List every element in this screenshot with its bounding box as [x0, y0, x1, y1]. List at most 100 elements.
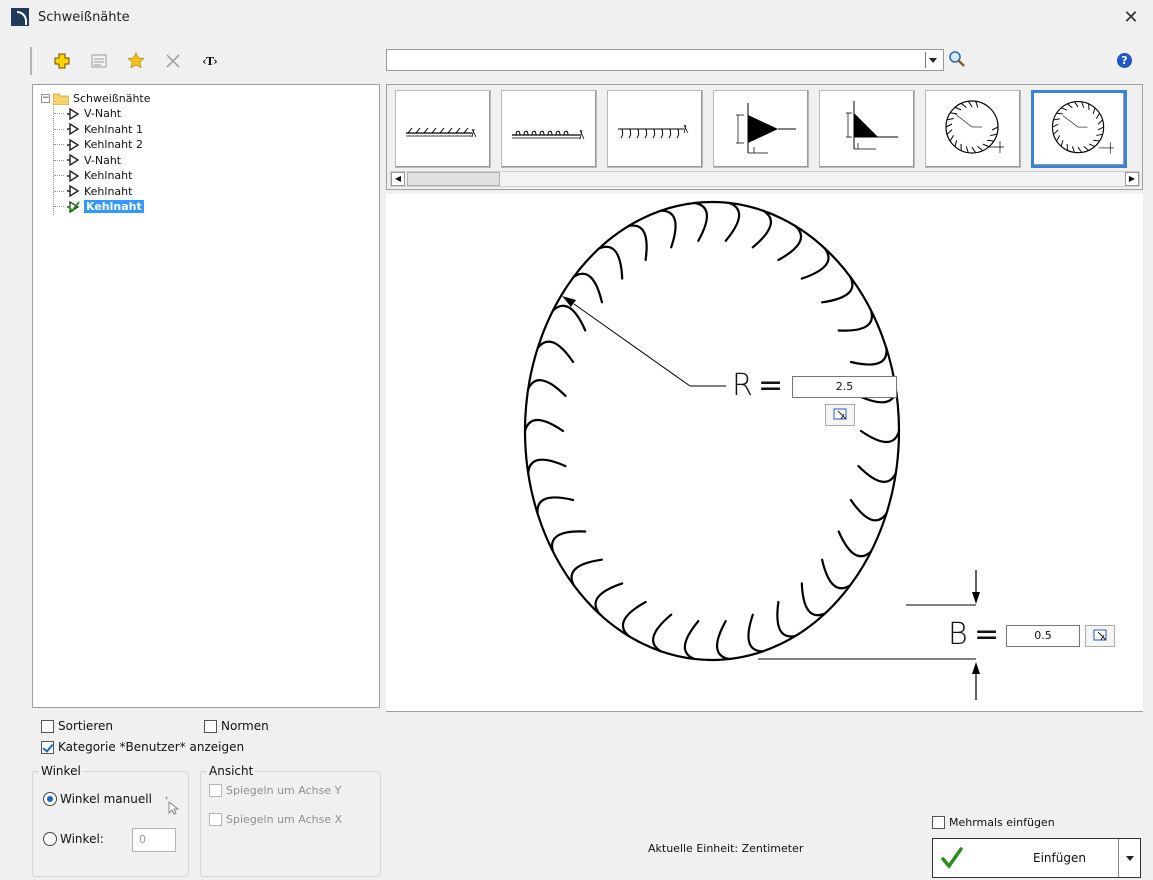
weld-symbol-icon [67, 123, 80, 136]
sort-checkbox[interactable]: Sortieren [41, 719, 113, 733]
close-icon: ✕ [1123, 7, 1139, 28]
properties-icon [91, 54, 107, 68]
insert-multiple-checkbox-box[interactable] [932, 816, 945, 829]
weld-tick-mark [1053, 118, 1060, 121]
favorite-star-icon [127, 52, 145, 69]
add-button[interactable] [50, 49, 74, 73]
weld-hook-mark [857, 465, 897, 483]
user-category-checkbox[interactable]: Kategorie *Benutzer* anzeigen [41, 740, 244, 754]
weld-thumb-5[interactable] [819, 90, 915, 168]
tree-item-label: Kehlnaht [84, 200, 144, 214]
text-tag-button[interactable]: ‹T› [198, 49, 222, 73]
angle-radio-button[interactable] [43, 832, 57, 846]
collapse-toggle-icon[interactable]: − [41, 94, 50, 103]
fillet-weld-profile-icon [846, 101, 898, 150]
b-pick-button[interactable] [1085, 625, 1115, 647]
angle-input[interactable]: 0 [132, 828, 176, 852]
weld-tick-mark [1083, 145, 1089, 151]
weld-hook-mark [570, 558, 603, 587]
insert-multiple-label: Mehrmals einfügen [949, 816, 1055, 829]
weld-tick-mark [945, 123, 953, 128]
view-group: Ansicht Spiegeln um Achse Y Spiegeln um … [200, 764, 381, 877]
weld-thumb-6[interactable] [925, 90, 1021, 168]
tree-item[interactable]: Kehlnaht 1 [54, 122, 379, 138]
weld-thumb-4[interactable] [713, 90, 809, 168]
add-icon [54, 53, 70, 69]
search-combo[interactable] [386, 49, 944, 71]
weld-tick-mark [1096, 133, 1103, 136]
toolbar-grip[interactable] [30, 47, 36, 75]
app-icon [11, 8, 29, 26]
norms-checkbox[interactable]: Normen [204, 719, 269, 733]
manual-angle-radio-button[interactable] [43, 792, 57, 806]
tree-item-selected[interactable]: Kehlnaht [54, 199, 379, 215]
tree-item[interactable]: V-Naht [54, 153, 379, 169]
r-equals: = [758, 368, 784, 403]
insert-button[interactable]: Einfügen [932, 838, 1141, 878]
weld-symbol-icon [67, 185, 80, 198]
chevron-down-icon [1125, 855, 1134, 861]
scrollbar-thumb[interactable] [407, 172, 500, 186]
tree-root[interactable]: − Schweißnähte [41, 91, 379, 106]
r-pick-button[interactable] [825, 404, 855, 426]
b-arrow-bottom-head [972, 662, 980, 674]
b-equals: = [974, 617, 1000, 652]
weld-hook-mark [859, 429, 901, 444]
angle-group-title: Winkel [39, 764, 83, 778]
mirror-x-checkbox[interactable]: Spiegeln um Achse X [209, 813, 342, 826]
weld-tick-mark [1056, 112, 1063, 115]
weld-tick-mark [1088, 143, 1096, 147]
gallery-scrollbar[interactable]: ◀ ▶ [390, 171, 1140, 187]
sort-label: Sortieren [58, 719, 113, 733]
tree-item-label: Kehlnaht [84, 184, 133, 198]
scroll-left-button[interactable]: ◀ [391, 172, 405, 186]
weld-tick-mark [960, 102, 967, 108]
weld-tick-mark [1081, 101, 1085, 108]
scroll-right-button[interactable]: ▶ [1125, 172, 1139, 186]
mirror-y-checkbox-box[interactable] [209, 784, 222, 797]
norms-checkbox-box[interactable] [204, 719, 217, 733]
tree-item[interactable]: Kehlnaht [54, 184, 379, 200]
properties-button[interactable] [87, 49, 111, 73]
insert-dropdown-button[interactable] [1118, 839, 1140, 877]
sort-checkbox-box[interactable] [41, 719, 54, 733]
weld-hook-mark [598, 245, 624, 280]
angle-radio[interactable]: Winkel: [43, 832, 104, 846]
weld-tick-mark [1053, 129, 1059, 135]
weld-thumb-1[interactable] [395, 90, 491, 168]
favorite-button[interactable] [124, 49, 148, 73]
user-category-checkbox-box[interactable] [41, 740, 54, 754]
weld-tick-mark [1093, 139, 1100, 142]
mirror-y-checkbox[interactable]: Spiegeln um Achse Y [209, 784, 341, 797]
weld-tick-mark [1095, 113, 1100, 120]
weld-thumb-7[interactable] [1031, 90, 1127, 168]
tree-item-label: Kehlnaht 2 [84, 138, 143, 152]
weld-tick-mark [954, 140, 958, 147]
mirror-x-checkbox-box[interactable] [209, 813, 222, 826]
weld-tick-mark [947, 118, 954, 121]
tree-item[interactable]: Kehlnaht 2 [54, 137, 379, 153]
weld-hook-mark [747, 613, 765, 653]
tree-item[interactable]: V-Naht [54, 106, 379, 122]
manual-angle-radio[interactable]: Winkel manuell [43, 792, 152, 806]
search-input[interactable] [387, 50, 917, 70]
weld-tick-mark [991, 126, 999, 131]
delete-button[interactable] [161, 49, 185, 73]
cursor-pick-icon[interactable] [163, 796, 179, 816]
search-button[interactable] [948, 50, 968, 70]
r-value-field[interactable]: 2.5 [792, 376, 897, 398]
insert-multiple-checkbox[interactable]: Mehrmals einfügen [932, 816, 1055, 829]
combo-dropdown-button[interactable] [925, 52, 939, 68]
weld-thumb-2[interactable] [501, 90, 597, 168]
weld-thumb-3[interactable] [607, 90, 703, 168]
tree-item[interactable]: Kehlnaht [54, 168, 379, 184]
close-button[interactable]: ✕ [1121, 8, 1141, 28]
weld-symbol-icon [67, 154, 80, 167]
weld-tick-mark [1074, 101, 1079, 108]
b-value-field[interactable]: 0.5 [1006, 625, 1080, 647]
help-button[interactable]: ? [1117, 53, 1132, 68]
weld-line-2-icon [512, 129, 585, 140]
tree-children: V-Naht Kehlnaht 1 Kehlnaht 2 V-Naht Kehl… [53, 106, 379, 215]
weld-hook-mark [594, 582, 624, 615]
weld-tick-mark [1067, 103, 1073, 109]
